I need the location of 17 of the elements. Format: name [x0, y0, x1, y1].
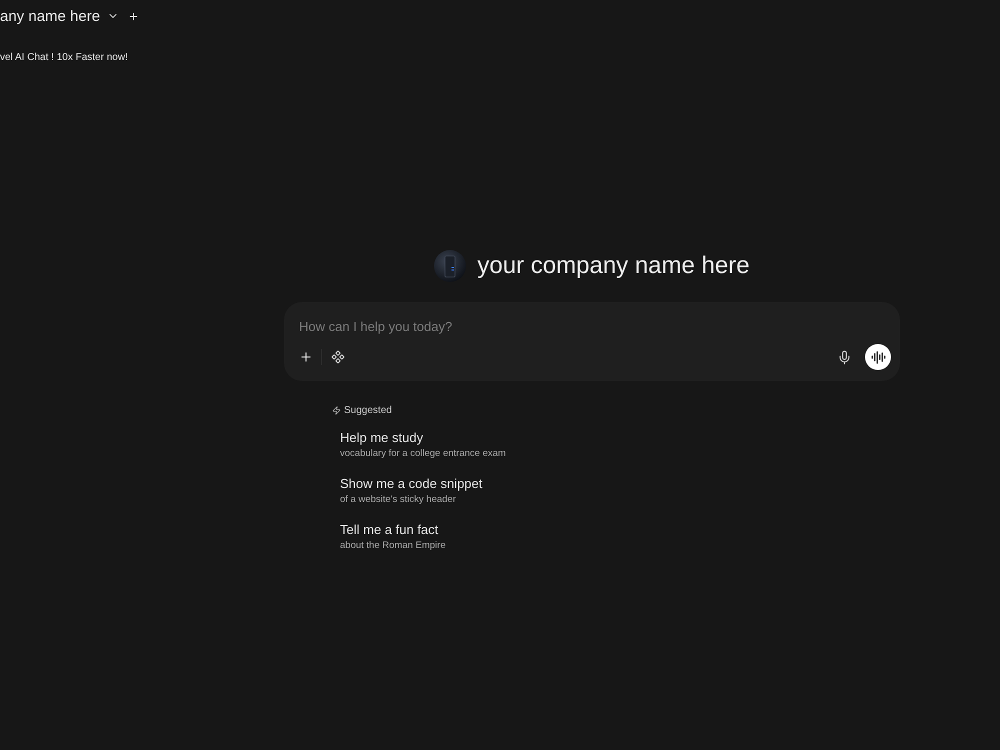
- message-composer[interactable]: How can I help you today?: [284, 302, 900, 381]
- waveform-icon: [870, 350, 886, 364]
- plus-icon[interactable]: [128, 10, 140, 22]
- suggestion-item[interactable]: Tell me a fun fact about the Roman Empire: [340, 521, 446, 553]
- lightning-icon: [332, 406, 341, 415]
- suggestion-item[interactable]: Help me study vocabulary for a college entrance exam: [340, 429, 506, 461]
- tagline-text: vel AI Chat ! 10x Faster now!: [0, 52, 128, 63]
- plus-icon[interactable]: [299, 350, 313, 364]
- suggested-heading: Suggested: [344, 405, 392, 416]
- logo-icon: [434, 250, 466, 282]
- four-diamonds-icon[interactable]: [331, 350, 345, 364]
- suggestion-item[interactable]: Show me a code snippet of a website's sticky header: [340, 475, 482, 507]
- workspace-name[interactable]: any name here: [0, 8, 100, 24]
- microphone-icon[interactable]: [837, 350, 852, 364]
- chat-input-field[interactable]: How can I help you today?: [299, 316, 891, 337]
- brand-name: your company name here: [477, 252, 750, 280]
- voice-mode-button[interactable]: [865, 344, 891, 370]
